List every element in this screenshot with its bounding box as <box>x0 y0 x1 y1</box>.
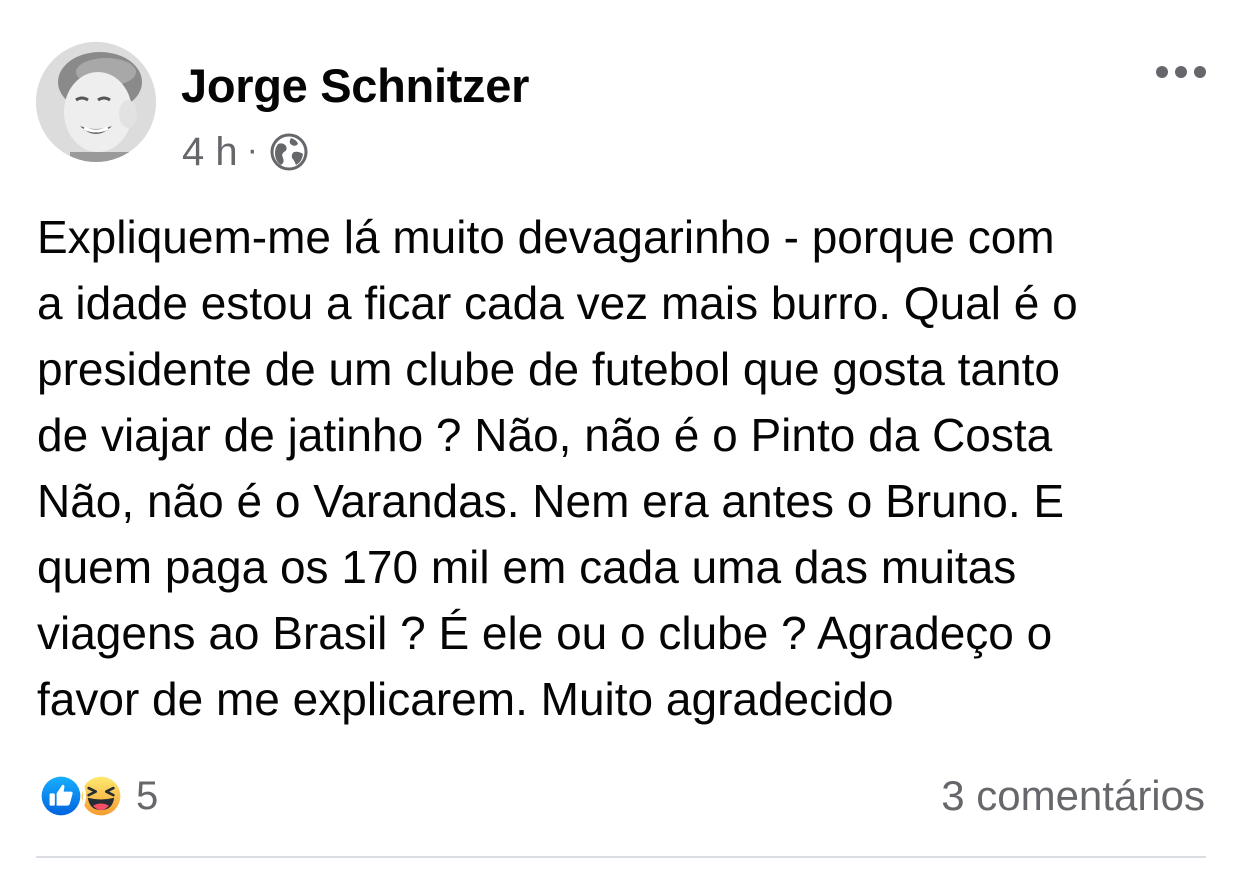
globe-icon[interactable] <box>269 132 309 172</box>
facebook-post: Jorge Schnitzer 4 h · Expliquem-me lá mu… <box>0 0 1242 872</box>
post-body-line: a idade estou a ficar cada vez mais burr… <box>37 277 1078 329</box>
divider <box>36 856 1206 858</box>
avatar[interactable] <box>36 42 156 162</box>
post-body-line: Não, não é o Varandas. Nem era antes o B… <box>37 475 1065 527</box>
post-body-line: quem paga os 170 mil em cada uma das mui… <box>37 541 1017 593</box>
post-body-line: de viajar de jatinho ? Não, não é o Pint… <box>37 409 1053 461</box>
author-name[interactable]: Jorge Schnitzer <box>181 58 529 114</box>
reaction-count: 5 <box>136 773 159 818</box>
comments-count-link[interactable]: 3 comentários <box>941 770 1205 822</box>
more-dot <box>1156 66 1168 78</box>
more-options-icon[interactable] <box>1156 64 1206 80</box>
post-body-line: viagens ao Brasil ? É ele ou o clube ? A… <box>37 607 1053 659</box>
meta-separator: · <box>246 130 258 169</box>
post-body-line: favor de me explicarem. Muito agradecido <box>37 673 894 725</box>
post-timestamp[interactable]: 4 h <box>182 130 238 175</box>
post-body-line: Expliquem-me lá muito devagarinho - porq… <box>37 211 1055 263</box>
more-dot <box>1194 66 1206 78</box>
like-icon <box>36 771 86 821</box>
avatar-photo <box>36 42 156 162</box>
reactions-summary[interactable]: 5 <box>36 770 158 822</box>
reaction-icons <box>36 771 126 821</box>
post-meta: 4 h · <box>182 128 309 176</box>
post-body-line: presidente de um clube de futebol que go… <box>37 343 1060 395</box>
post-body: Expliquem-me lá muito devagarinho - porq… <box>37 204 1217 732</box>
more-dot <box>1175 66 1187 78</box>
